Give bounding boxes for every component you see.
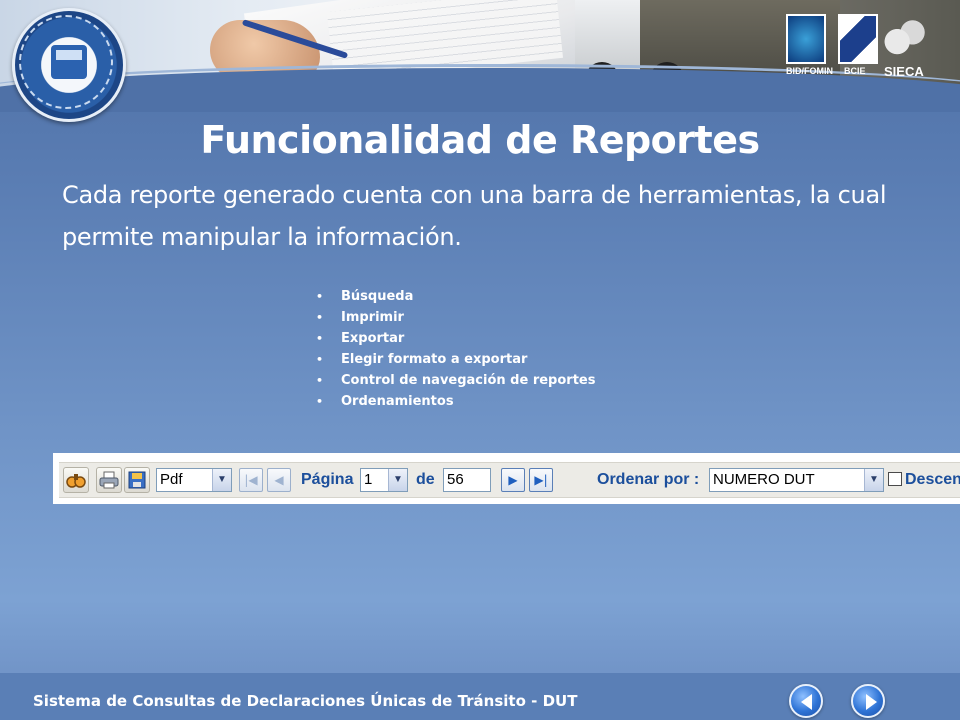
partner-label: BCIE bbox=[844, 66, 866, 76]
first-page-button[interactable]: |◀ bbox=[239, 468, 263, 492]
bullet-icon: • bbox=[316, 374, 324, 387]
partner-label: SIECA bbox=[884, 64, 924, 79]
export-format-select[interactable]: Pdf ▼ bbox=[156, 468, 232, 492]
list-item-text: Exportar bbox=[341, 331, 405, 346]
list-item-text: Elegir formato a exportar bbox=[341, 352, 528, 367]
page-select[interactable]: 1 ▼ bbox=[360, 468, 408, 492]
footer-text: Sistema de Consultas de Declaraciones Ún… bbox=[33, 692, 578, 710]
page-label: Página bbox=[301, 471, 354, 488]
header-banner: BID/FOMIN BCIE SIECA bbox=[0, 0, 960, 112]
list-item: • Exportar bbox=[316, 328, 595, 349]
list-item-text: Imprimir bbox=[341, 310, 404, 325]
next-slide-button[interactable] bbox=[851, 684, 885, 718]
toolbar-strip: Pdf ▼ |◀ ◀ Página 1 ▼ de 56 ▶ ▶| Ordenar… bbox=[59, 462, 960, 498]
order-by-value: NUMERO DUT bbox=[713, 471, 815, 488]
list-item: • Ordenamientos bbox=[316, 391, 595, 412]
feature-list: • Búsqueda • Imprimir • Exportar • Elegir fo… bbox=[316, 286, 595, 412]
last-page-icon: ▶| bbox=[534, 473, 548, 487]
previous-page-icon: ◀ bbox=[274, 473, 284, 487]
next-page-button[interactable]: ▶ bbox=[501, 468, 525, 492]
arrow-left-icon bbox=[801, 694, 812, 710]
search-button[interactable] bbox=[63, 467, 89, 493]
first-page-icon: |◀ bbox=[244, 473, 258, 487]
chevron-down-icon: ▼ bbox=[864, 469, 883, 491]
bullet-icon: • bbox=[316, 311, 324, 324]
region-map-icon bbox=[884, 14, 928, 60]
list-item: • Control de navegación de reportes bbox=[316, 370, 595, 391]
total-pages-value: 56 bbox=[447, 471, 464, 488]
bullet-icon: • bbox=[316, 395, 324, 408]
chevron-down-icon: ▼ bbox=[212, 469, 231, 491]
previous-slide-button[interactable] bbox=[789, 684, 823, 718]
list-item-text: Búsqueda bbox=[341, 289, 414, 304]
bullet-icon: • bbox=[316, 353, 324, 366]
arrow-right-icon bbox=[866, 694, 877, 710]
export-format-value: Pdf bbox=[160, 471, 183, 488]
slide-intro: Cada reporte generado cuenta con una bar… bbox=[62, 181, 887, 251]
last-page-button[interactable]: ▶| bbox=[529, 468, 553, 492]
truck-icon bbox=[51, 45, 87, 79]
list-item: • Elegir formato a exportar bbox=[316, 349, 595, 370]
export-button[interactable] bbox=[124, 467, 150, 493]
chevron-down-icon: ▼ bbox=[388, 469, 407, 491]
slide: BID/FOMIN BCIE SIECA Funcionalidad de Re… bbox=[0, 0, 960, 720]
page-value: 1 bbox=[364, 471, 373, 488]
list-item-text: Control de navegación de reportes bbox=[341, 373, 596, 388]
list-item: • Búsqueda bbox=[316, 286, 595, 307]
slide-title: Funcionalidad de Reportes bbox=[200, 118, 760, 162]
program-logo bbox=[12, 8, 126, 122]
bullet-icon: • bbox=[316, 290, 324, 303]
total-pages-field: 56 bbox=[443, 468, 491, 492]
order-by-select[interactable]: NUMERO DUT ▼ bbox=[709, 468, 884, 492]
report-toolbar: Pdf ▼ |◀ ◀ Página 1 ▼ de 56 ▶ ▶| Ordenar… bbox=[53, 453, 960, 504]
descending-checkbox[interactable] bbox=[888, 472, 902, 486]
save-disk-icon bbox=[128, 471, 146, 489]
of-label: de bbox=[416, 471, 435, 488]
order-by-label: Ordenar por : bbox=[597, 471, 700, 488]
print-button[interactable] bbox=[96, 467, 122, 493]
list-item: • Imprimir bbox=[316, 307, 595, 328]
map-icon bbox=[838, 14, 878, 64]
printer-icon bbox=[99, 471, 119, 489]
previous-page-button[interactable]: ◀ bbox=[267, 468, 291, 492]
next-page-icon: ▶ bbox=[508, 473, 518, 487]
list-item-text: Ordenamientos bbox=[341, 394, 454, 409]
globe-icon bbox=[786, 14, 826, 64]
bullet-icon: • bbox=[316, 332, 324, 345]
binoculars-icon bbox=[66, 474, 86, 488]
partner-label: BID/FOMIN bbox=[786, 66, 833, 76]
descending-label: Descen bbox=[905, 471, 960, 488]
